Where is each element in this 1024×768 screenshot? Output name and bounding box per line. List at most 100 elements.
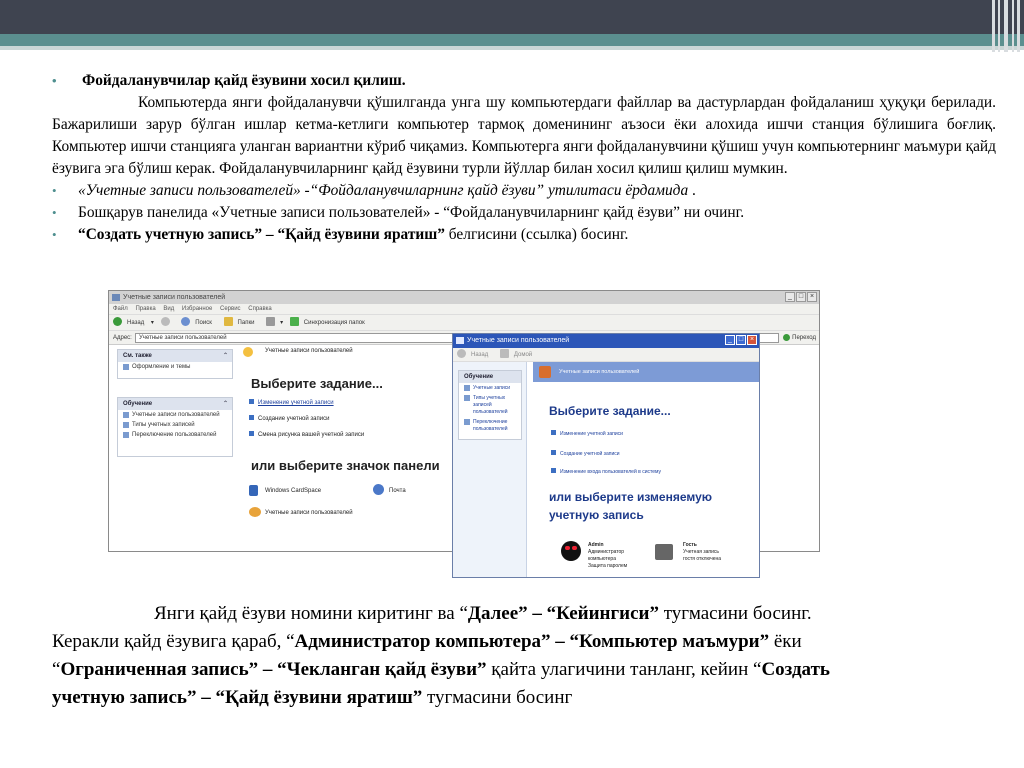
minimize-button[interactable]: _ xyxy=(725,335,735,345)
icon-label-mail[interactable]: Почта xyxy=(389,488,406,494)
account-admin-role-2: компьютера xyxy=(588,556,616,562)
window-controls: _ □ × xyxy=(785,292,817,302)
maximize-button[interactable]: □ xyxy=(796,292,806,302)
tool-bar: Назад ▾ Поиск Папки ▾ Синхронизация папо… xyxy=(109,315,819,331)
intro-paragraph: Компьютерда янги фойдаланувчи қўшилганда… xyxy=(52,94,996,177)
window-titlebar-2: Учетные записи пользователей _ □ × xyxy=(453,334,759,348)
header-band-light xyxy=(0,46,1024,50)
menu-bar: Файл Правка Вид Избранное Сервис Справка xyxy=(109,304,819,315)
account-admin-status: Защита паролем xyxy=(588,563,628,569)
maximize-button[interactable]: □ xyxy=(736,335,746,345)
go-button[interactable]: Переход xyxy=(783,331,816,345)
panel-link-switch[interactable]: Переключение пользователей xyxy=(118,430,232,440)
forward-icon xyxy=(160,317,170,326)
panel-link-switch-2[interactable]: Переключение пользователей xyxy=(459,417,521,434)
home-button[interactable]: Домой xyxy=(499,349,537,358)
back-button[interactable]: Назад xyxy=(457,349,493,358)
learning-header-2[interactable]: Обучение xyxy=(459,371,521,383)
guest-avatar-icon[interactable] xyxy=(655,544,673,560)
task-change-logon-2[interactable]: Изменение входа пользователей в систему xyxy=(551,468,661,475)
intro-text: Фойдаланувчилар қайд ёзувини хосил қилиш… xyxy=(52,70,996,246)
menu-tools[interactable]: Сервис xyxy=(220,306,241,312)
window-icon xyxy=(456,337,464,344)
screenshot-user-accounts-window-2: Учетные записи пользователей _ □ × Назад… xyxy=(452,333,760,578)
icon-label-user-accounts[interactable]: Учетные записи пользователей xyxy=(265,510,353,516)
panel-link-accounts-2[interactable]: Учетные записи xyxy=(459,383,521,393)
or-choose-heading-2a: или выберите изменяемую xyxy=(549,490,713,504)
search-button[interactable]: Поиск xyxy=(181,317,217,326)
mail-icon xyxy=(373,484,384,495)
menu-file[interactable]: Файл xyxy=(113,306,128,312)
folders-button[interactable]: Папки xyxy=(223,317,260,326)
search-icon xyxy=(181,317,191,326)
icon-label-cardspace[interactable]: Windows CardSpace xyxy=(265,488,321,494)
views-icon xyxy=(266,317,276,326)
bullet-heading: Фойдаланувчилар қайд ёзувини хосил қилиш… xyxy=(52,70,996,92)
header-band-dark xyxy=(0,0,1024,34)
admin-avatar-icon[interactable] xyxy=(561,541,581,561)
account-guest-status-2: гостя отключена xyxy=(683,556,722,562)
users-icon xyxy=(243,347,253,357)
bullet-utility: «Учетные записи пользователей» -“Фойдала… xyxy=(52,180,996,202)
close-button[interactable]: × xyxy=(807,292,817,302)
choose-task-heading: Выберите задание... xyxy=(251,376,383,391)
user-accounts-icon xyxy=(249,507,261,517)
learning-panel-2: Обучение Учетные записи Типы учетных зап… xyxy=(458,370,522,440)
tool-bar-2: Назад Домой xyxy=(453,348,759,362)
back-button[interactable]: Назад ▾ xyxy=(113,317,154,326)
see-also-panel: См. также ⌃ Оформление и темы xyxy=(117,349,233,379)
cardspace-icon xyxy=(249,485,258,496)
back-icon xyxy=(457,349,466,358)
corner-stripes xyxy=(990,0,1024,52)
see-also-header[interactable]: См. также ⌃ xyxy=(118,350,232,362)
menu-edit[interactable]: Правка xyxy=(135,306,155,312)
account-admin-name[interactable]: Admin xyxy=(588,542,604,548)
sync-icon xyxy=(289,317,299,326)
collapse-icon: ⌃ xyxy=(222,401,228,407)
menu-favorites[interactable]: Избранное xyxy=(182,306,212,312)
line-3: “Ограниченная запись” – “Чекланган қайд … xyxy=(52,659,830,680)
task-create-account[interactable]: Создание учетной записи xyxy=(249,415,329,422)
or-choose-heading: или выберите значок панели xyxy=(251,458,440,473)
views-button[interactable]: ▾ xyxy=(266,317,283,326)
account-guest-name[interactable]: Гость xyxy=(683,542,697,548)
content-header: Учетные записи пользователей xyxy=(265,348,353,354)
content-header-2: Учетные записи пользователей xyxy=(559,369,640,375)
folder-icon xyxy=(223,317,233,326)
task-change-picture[interactable]: Смена рисунка вашей учетной записи xyxy=(249,431,364,438)
bullet-create-link: “Создать учетную запись” – “Қайд ёзувини… xyxy=(52,224,996,246)
panel-link-types-2[interactable]: Типы учетных записей пользователей xyxy=(459,393,521,417)
home-icon xyxy=(499,349,509,358)
go-icon xyxy=(783,334,791,341)
admin-avatar-eye xyxy=(572,546,577,550)
back-icon xyxy=(113,317,122,326)
menu-help[interactable]: Справка xyxy=(248,306,272,312)
collapse-icon: ⌃ xyxy=(222,353,228,359)
close-button[interactable]: × xyxy=(747,335,757,345)
admin-avatar-eye xyxy=(565,546,570,550)
line-4: учетную запись” – “Қайд ёзувини яратиш” … xyxy=(52,687,573,708)
or-choose-heading-2b: учетную запись xyxy=(549,508,644,522)
sync-button[interactable]: Синхронизация папок xyxy=(289,317,370,326)
bullet-control-panel: Бошқарув панелида «Учетные записи пользо… xyxy=(52,202,996,224)
choose-task-heading-2: Выберите задание... xyxy=(549,404,671,418)
panel-link-themes[interactable]: Оформление и темы xyxy=(118,362,232,372)
account-admin-role-1: Администратор xyxy=(588,549,625,555)
learning-panel: Обучение ⌃ Учетные записи пользователей Т… xyxy=(117,397,233,457)
menu-view[interactable]: Вид xyxy=(163,306,174,312)
window-controls: _ □ × xyxy=(725,335,757,345)
task-create-account-2[interactable]: Создание учетной записи xyxy=(551,450,620,457)
task-change-account[interactable]: Изменение учетной записи xyxy=(249,399,334,406)
window-titlebar: Учетные записи пользователей _ □ × xyxy=(109,291,819,304)
minimize-button[interactable]: _ xyxy=(785,292,795,302)
task-change-account-2[interactable]: Изменение учетной записи xyxy=(551,430,623,437)
panel-link-types[interactable]: Типы учетных записей xyxy=(118,420,232,430)
panel-link-accounts[interactable]: Учетные записи пользователей xyxy=(118,410,232,420)
line-1: Янги қайд ёзуви номини киритинг ва “Дале… xyxy=(154,603,812,624)
window-icon xyxy=(112,294,120,301)
learning-header[interactable]: Обучение ⌃ xyxy=(118,398,232,410)
account-guest-status-1: Учетная запись xyxy=(683,549,720,555)
header-band-teal xyxy=(0,34,1024,46)
forward-button[interactable] xyxy=(160,317,175,326)
instructions-text: Янги қайд ёзуви номини киритинг ва “Дале… xyxy=(52,600,996,712)
